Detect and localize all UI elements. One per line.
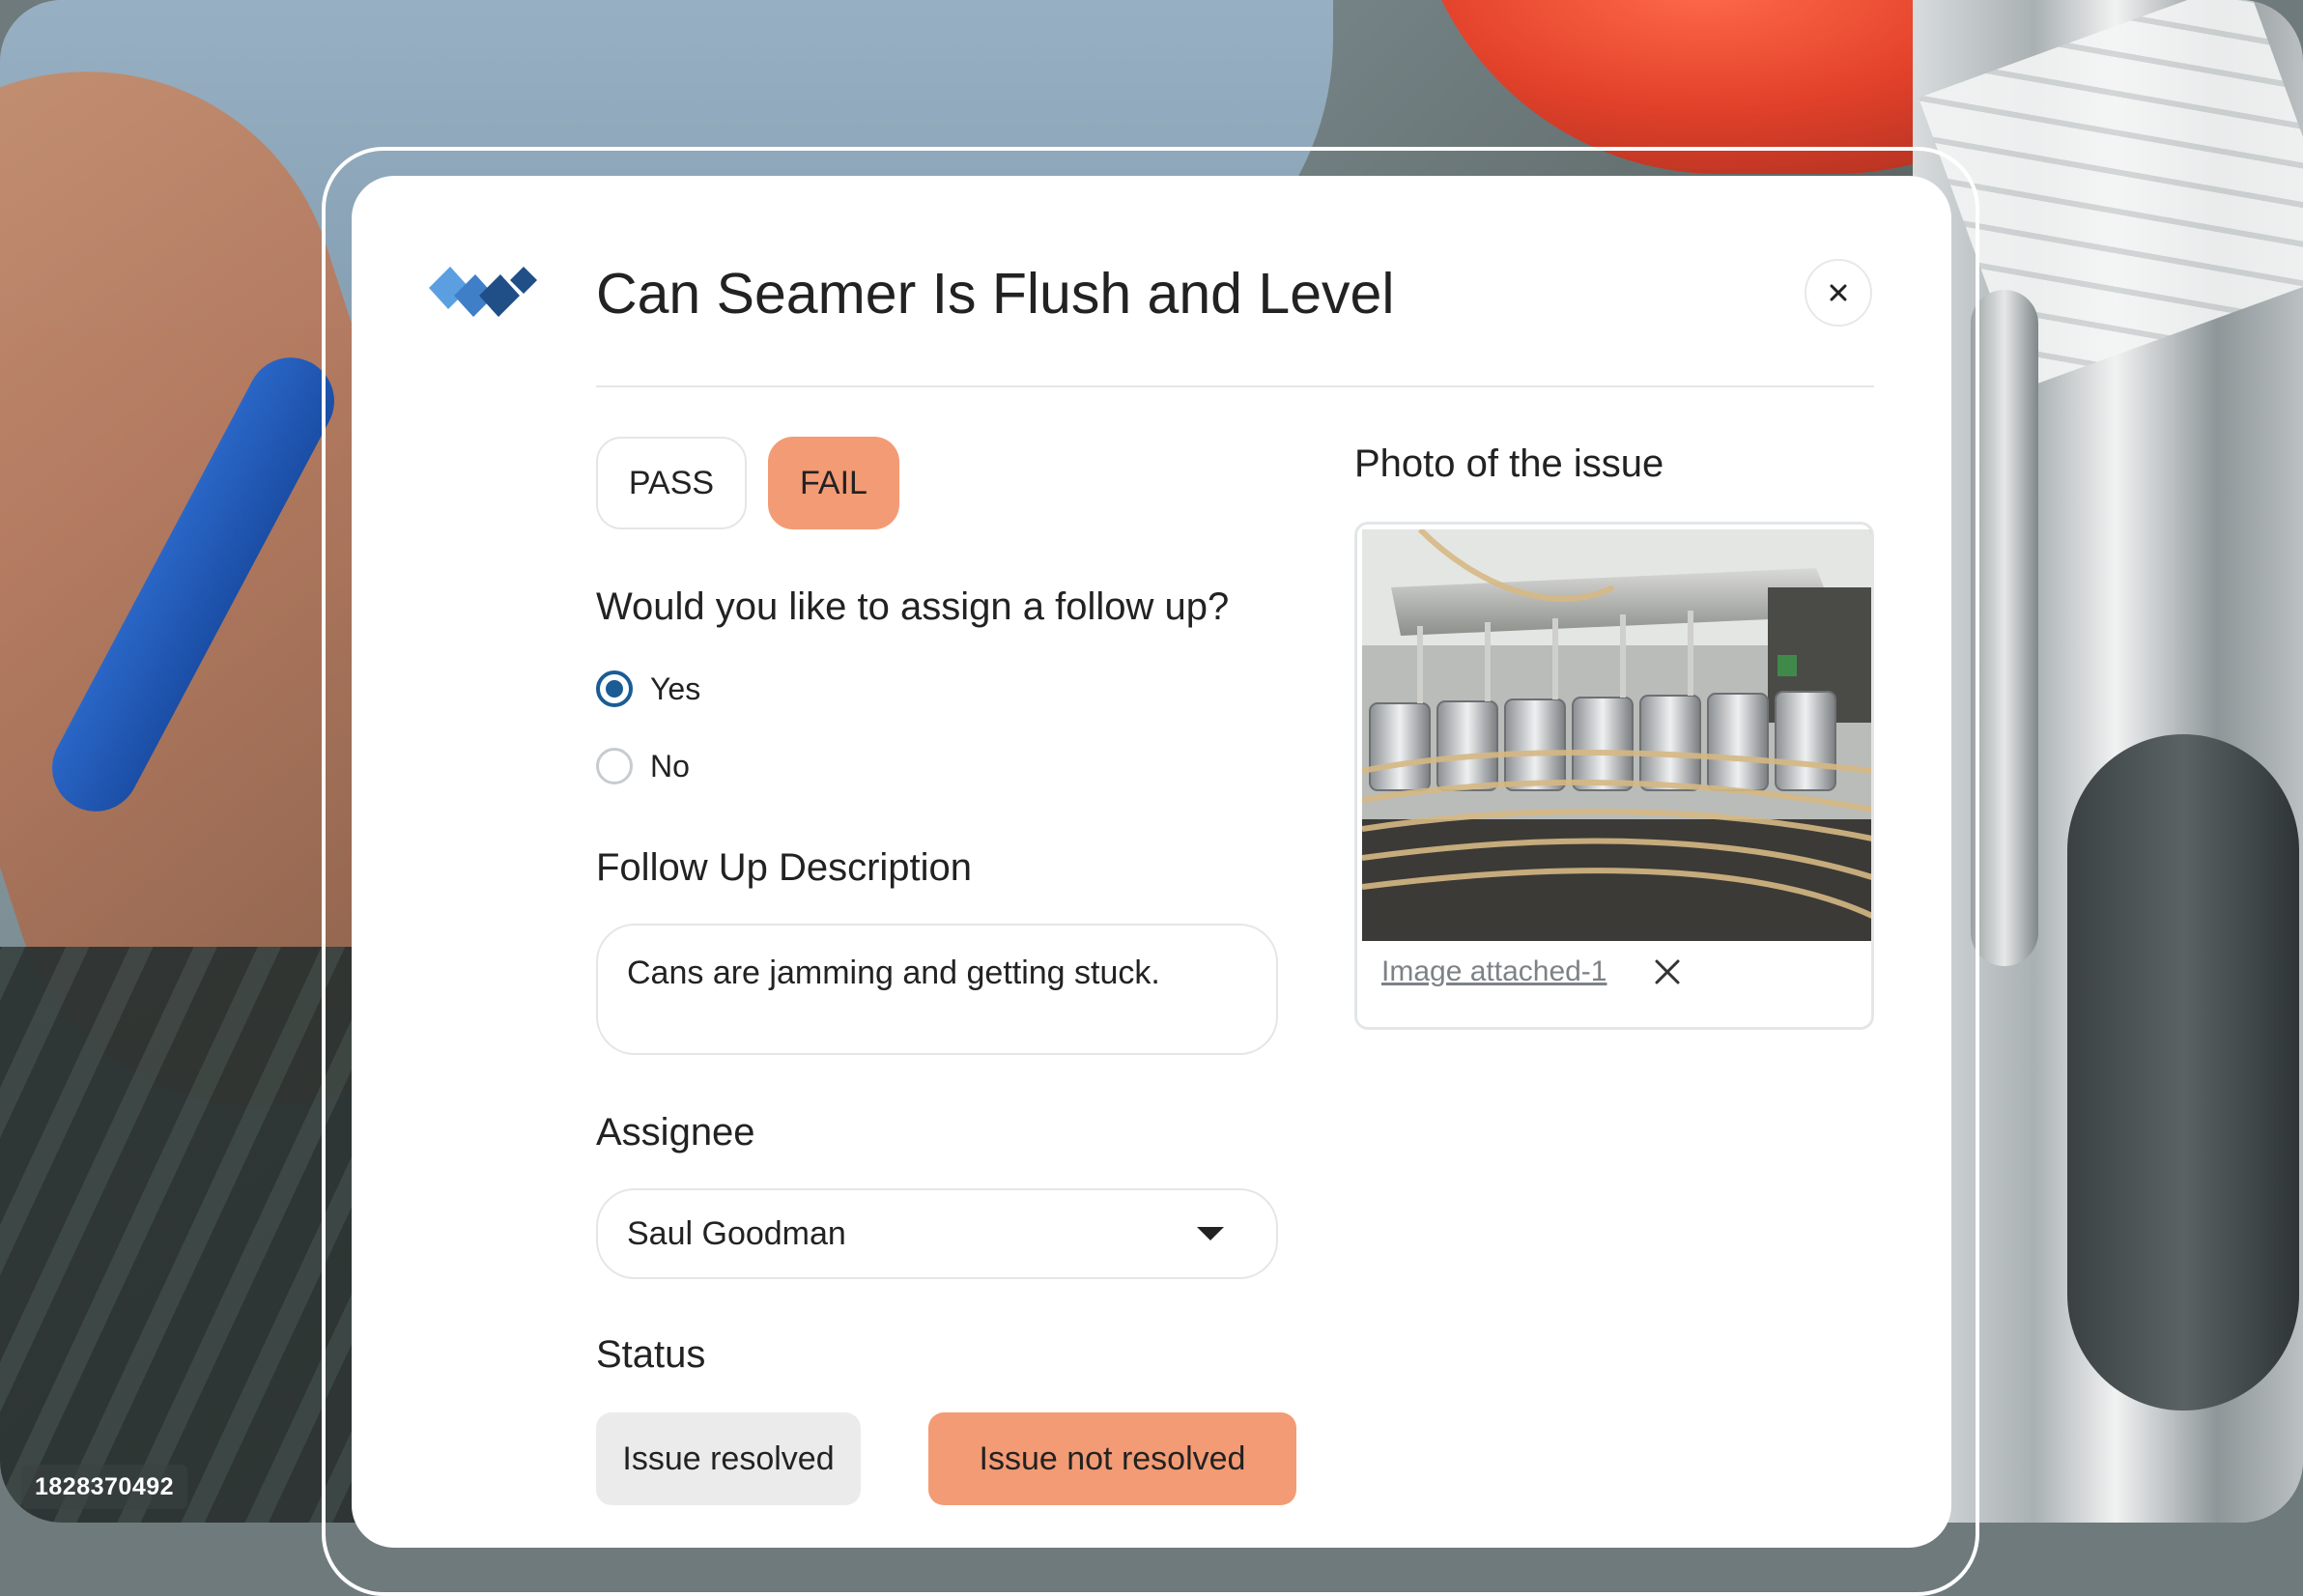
photo-label: Photo of the issue: [1354, 442, 1664, 485]
issue-not-resolved-button[interactable]: Issue not resolved: [928, 1412, 1296, 1505]
assignee-label: Assignee: [596, 1111, 755, 1154]
photo-attachment-card: Image attached-1: [1354, 522, 1874, 1030]
inspection-modal: Can Seamer Is Flush and Level PASS FAIL …: [352, 176, 1951, 1548]
issue-photo: [1362, 529, 1871, 941]
brand-logo: [429, 267, 537, 317]
pass-button[interactable]: PASS: [596, 437, 747, 529]
remove-icon[interactable]: [1651, 955, 1684, 988]
status-label: Status: [596, 1333, 706, 1376]
issue-resolved-button[interactable]: Issue resolved: [596, 1412, 861, 1505]
assignee-select[interactable]: Saul Goodman: [596, 1188, 1278, 1279]
assignee-value: Saul Goodman: [627, 1214, 846, 1252]
attachment-row: Image attached-1: [1381, 955, 1684, 988]
description-label: Follow Up Description: [596, 846, 973, 889]
radio-no[interactable]: [596, 748, 633, 784]
radio-no-label: No: [650, 748, 690, 784]
image-id-watermark: 1828370492: [21, 1465, 188, 1509]
chevron-down-icon: [1197, 1227, 1224, 1240]
description-field[interactable]: Cans are jamming and getting stuck.: [596, 924, 1278, 1055]
attachment-link[interactable]: Image attached-1: [1381, 955, 1606, 988]
close-icon: [1830, 284, 1847, 301]
radio-yes-label: Yes: [650, 670, 701, 706]
close-button[interactable]: [1805, 259, 1872, 327]
radio-yes[interactable]: [596, 670, 633, 707]
followup-question: Would you like to assign a follow up?: [596, 585, 1230, 628]
fail-button[interactable]: FAIL: [768, 437, 899, 529]
radio-no-option[interactable]: No: [596, 748, 690, 784]
page-title: Can Seamer Is Flush and Level: [596, 262, 1395, 326]
header-divider: [596, 385, 1874, 387]
radio-yes-option[interactable]: Yes: [596, 670, 700, 707]
